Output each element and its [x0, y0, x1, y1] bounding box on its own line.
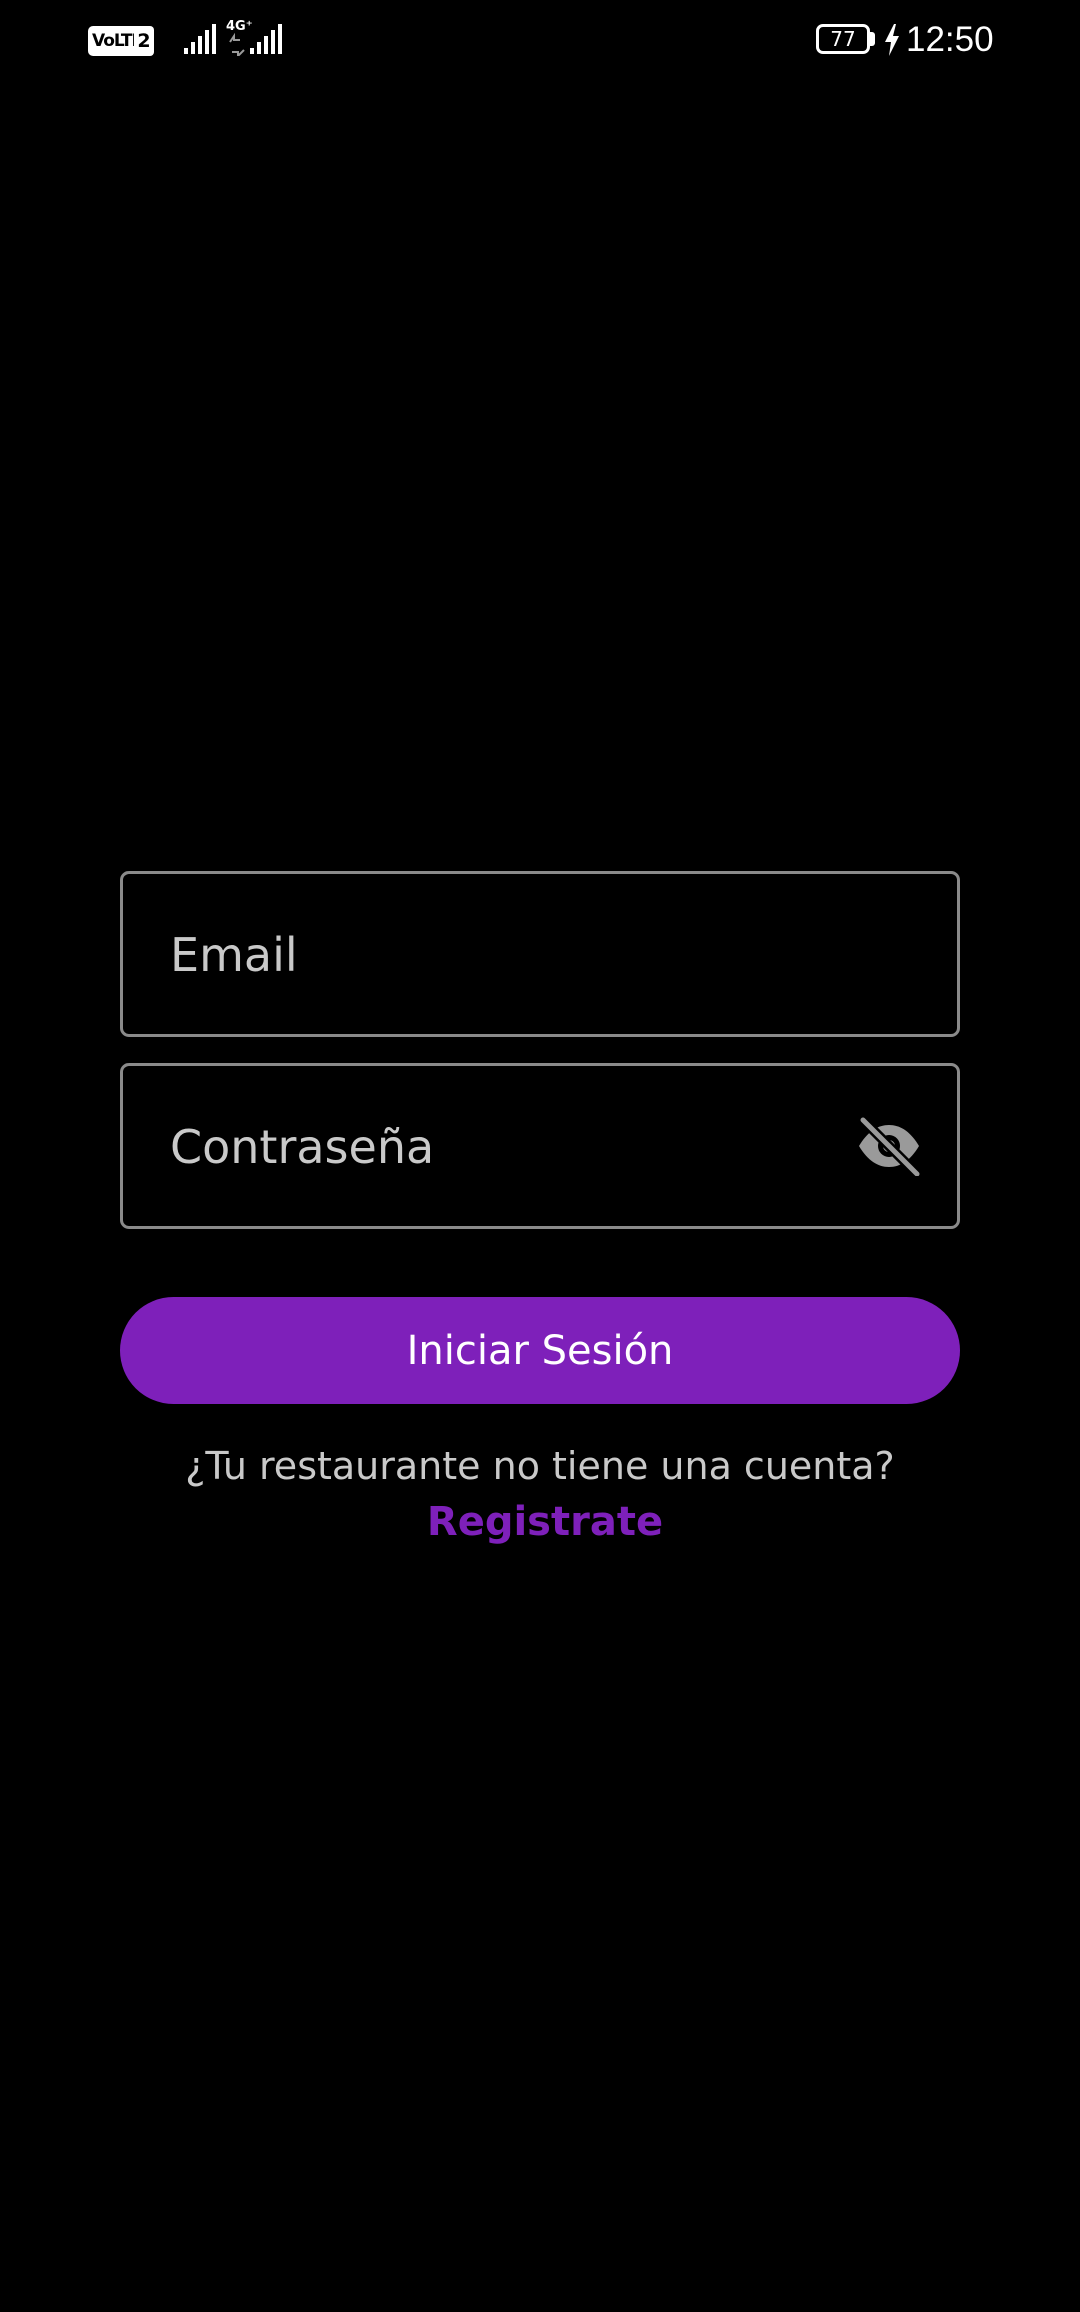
status-bar: VoLTE 2 4G⁺ 77 12:50 [0, 0, 1080, 80]
email-field[interactable] [120, 871, 960, 1037]
email-input[interactable] [168, 874, 832, 1036]
register-prompt: ¿Tu restaurante no tiene una cuenta? [185, 1444, 895, 1488]
register-link[interactable]: Registrate [0, 1494, 1080, 1550]
charging-icon [885, 24, 899, 56]
password-input[interactable] [168, 1066, 832, 1228]
signal-strength-icon [184, 24, 216, 54]
clock: 12:50 [906, 20, 994, 59]
password-field[interactable] [120, 1063, 960, 1229]
login-button[interactable]: Iniciar Sesión [120, 1297, 960, 1404]
battery-tip [870, 32, 875, 46]
sim-slot-badge: 2 [134, 26, 154, 56]
battery-icon: 77 [816, 24, 870, 54]
eye-off-icon[interactable] [854, 1116, 924, 1176]
signal-strength-icon [229, 24, 282, 56]
